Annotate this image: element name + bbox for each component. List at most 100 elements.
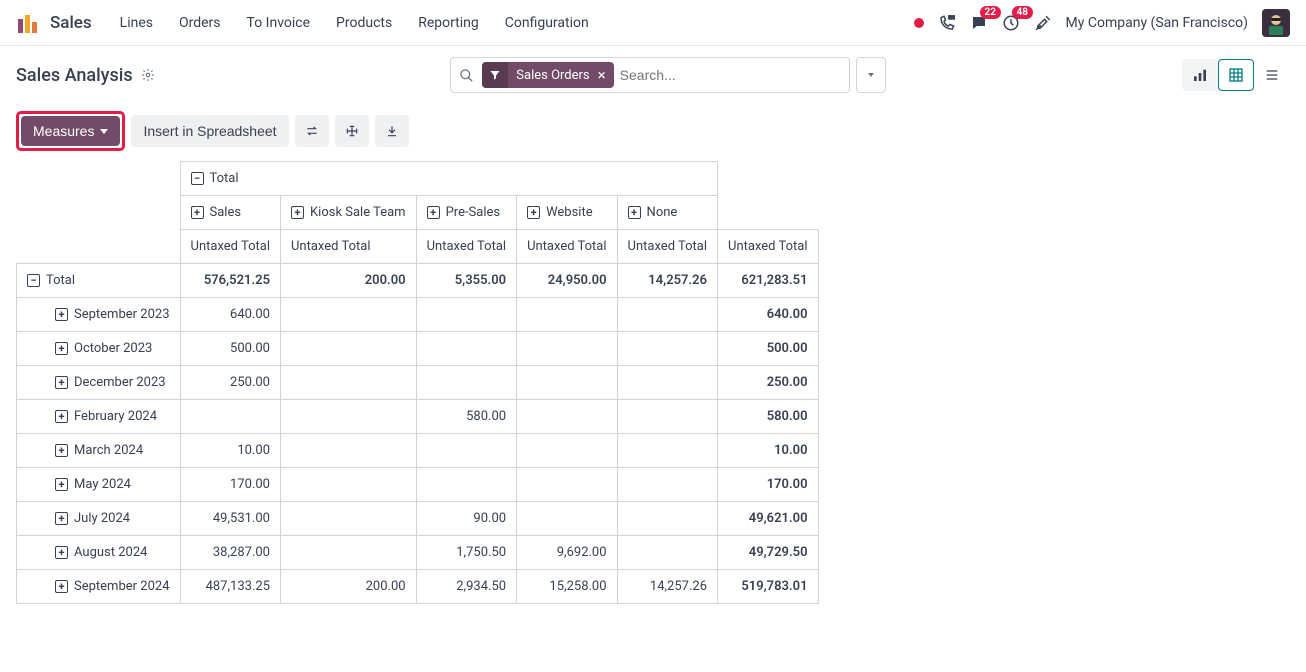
- row-header[interactable]: +July 2024: [17, 502, 181, 536]
- messages-icon[interactable]: 22: [970, 14, 988, 32]
- app-logo-icon: [16, 11, 40, 35]
- funnel-icon[interactable]: [482, 62, 508, 88]
- nav-item[interactable]: Reporting: [418, 15, 479, 31]
- col-group-header[interactable]: +Pre-Sales: [416, 196, 516, 230]
- data-cell: [617, 468, 717, 502]
- messages-badge: 22: [980, 6, 1001, 19]
- expand-icon[interactable]: +: [55, 376, 68, 389]
- chip-remove-icon[interactable]: ×: [598, 66, 614, 84]
- flip-axis-button[interactable]: [295, 115, 329, 147]
- data-cell: 200.00: [281, 264, 417, 298]
- row-header[interactable]: +May 2024: [17, 468, 181, 502]
- expand-icon[interactable]: +: [55, 478, 68, 491]
- data-cell: 10.00: [718, 434, 818, 468]
- filter-chip: Sales Orders ×: [482, 62, 613, 88]
- insert-spreadsheet-button[interactable]: Insert in Spreadsheet: [131, 115, 288, 147]
- row-header[interactable]: +February 2024: [17, 400, 181, 434]
- data-cell: [517, 502, 617, 536]
- nav-item[interactable]: Orders: [179, 15, 221, 31]
- data-cell: 10.00: [180, 434, 280, 468]
- data-cell: [281, 468, 417, 502]
- expand-all-button[interactable]: [335, 115, 369, 147]
- view-list-button[interactable]: [1254, 59, 1290, 91]
- data-cell: 9,692.00: [517, 536, 617, 570]
- table-row: +July 202449,531.0090.0049,621.00: [17, 502, 819, 536]
- activities-badge: 48: [1012, 6, 1033, 19]
- blank-cell: [718, 196, 818, 230]
- nav-item[interactable]: Products: [336, 15, 392, 31]
- view-pivot-button[interactable]: [1218, 59, 1254, 91]
- expand-icon[interactable]: +: [427, 206, 440, 219]
- col-group-header[interactable]: +None: [617, 196, 717, 230]
- nav-item[interactable]: To Invoice: [247, 15, 311, 31]
- phone-icon[interactable]: [938, 14, 956, 32]
- data-cell: [617, 434, 717, 468]
- corner-cell: [17, 162, 181, 196]
- search-options-button[interactable]: [856, 57, 886, 93]
- data-cell: 14,257.26: [617, 570, 717, 604]
- nav-item[interactable]: Lines: [120, 15, 153, 31]
- expand-icon[interactable]: +: [55, 512, 68, 525]
- expand-icon[interactable]: +: [55, 342, 68, 355]
- col-group-header[interactable]: +Kiosk Sale Team: [281, 196, 417, 230]
- measure-header[interactable]: Untaxed Total: [416, 230, 516, 264]
- expand-icon[interactable]: +: [55, 444, 68, 457]
- data-cell: [617, 332, 717, 366]
- table-row: +May 2024170.00170.00: [17, 468, 819, 502]
- search-input[interactable]: [620, 58, 850, 92]
- data-cell: [281, 400, 417, 434]
- measure-header[interactable]: Untaxed Total: [617, 230, 717, 264]
- row-header[interactable]: +October 2023: [17, 332, 181, 366]
- col-group-header[interactable]: +Website: [517, 196, 617, 230]
- measures-button[interactable]: Measures: [21, 116, 120, 146]
- expand-icon[interactable]: +: [527, 206, 540, 219]
- collapse-icon[interactable]: −: [191, 172, 204, 185]
- company-selector[interactable]: My Company (San Francisco): [1066, 15, 1248, 31]
- row-header[interactable]: +September 2023: [17, 298, 181, 332]
- expand-icon[interactable]: +: [55, 410, 68, 423]
- row-header[interactable]: +March 2024: [17, 434, 181, 468]
- expand-icon[interactable]: +: [628, 206, 641, 219]
- measure-header[interactable]: Untaxed Total: [281, 230, 417, 264]
- row-header[interactable]: −Total: [17, 264, 181, 298]
- data-cell: [517, 366, 617, 400]
- pivot-table-wrap: −Total+Sales+Kiosk Sale Team+Pre-Sales+W…: [0, 161, 1306, 620]
- table-row: +October 2023500.00500.00: [17, 332, 819, 366]
- corner-cell: [17, 196, 181, 230]
- data-cell: 621,283.51: [718, 264, 818, 298]
- expand-icon[interactable]: +: [55, 580, 68, 593]
- data-cell: 15,258.00: [517, 570, 617, 604]
- app-name[interactable]: Sales: [50, 13, 92, 33]
- tools-icon[interactable]: [1034, 14, 1052, 32]
- status-dot-icon: [914, 18, 924, 28]
- collapse-icon[interactable]: −: [27, 274, 40, 287]
- measure-header[interactable]: Untaxed Total: [718, 230, 818, 264]
- data-cell: [416, 366, 516, 400]
- search-icon[interactable]: [451, 68, 482, 83]
- data-cell: [617, 298, 717, 332]
- expand-icon[interactable]: +: [191, 206, 204, 219]
- nav-item[interactable]: Configuration: [505, 15, 589, 31]
- data-cell: 24,950.00: [517, 264, 617, 298]
- activities-icon[interactable]: 48: [1002, 14, 1020, 32]
- data-cell: [281, 298, 417, 332]
- expand-icon[interactable]: +: [291, 206, 304, 219]
- expand-icon[interactable]: +: [55, 308, 68, 321]
- download-button[interactable]: [375, 115, 409, 147]
- data-cell: [617, 366, 717, 400]
- row-header[interactable]: +September 2024: [17, 570, 181, 604]
- expand-icon[interactable]: +: [55, 546, 68, 559]
- data-cell: [517, 332, 617, 366]
- col-total-header[interactable]: −Total: [180, 162, 718, 196]
- gear-icon[interactable]: [141, 68, 155, 82]
- user-avatar[interactable]: [1262, 9, 1290, 37]
- row-header[interactable]: +December 2023: [17, 366, 181, 400]
- row-header[interactable]: +August 2024: [17, 536, 181, 570]
- measure-header[interactable]: Untaxed Total: [517, 230, 617, 264]
- filter-chip-label: Sales Orders: [508, 68, 597, 83]
- measure-header[interactable]: Untaxed Total: [180, 230, 280, 264]
- col-group-header[interactable]: +Sales: [180, 196, 280, 230]
- view-graph-button[interactable]: [1182, 59, 1218, 91]
- data-cell: 519,783.01: [718, 570, 818, 604]
- data-cell: [281, 536, 417, 570]
